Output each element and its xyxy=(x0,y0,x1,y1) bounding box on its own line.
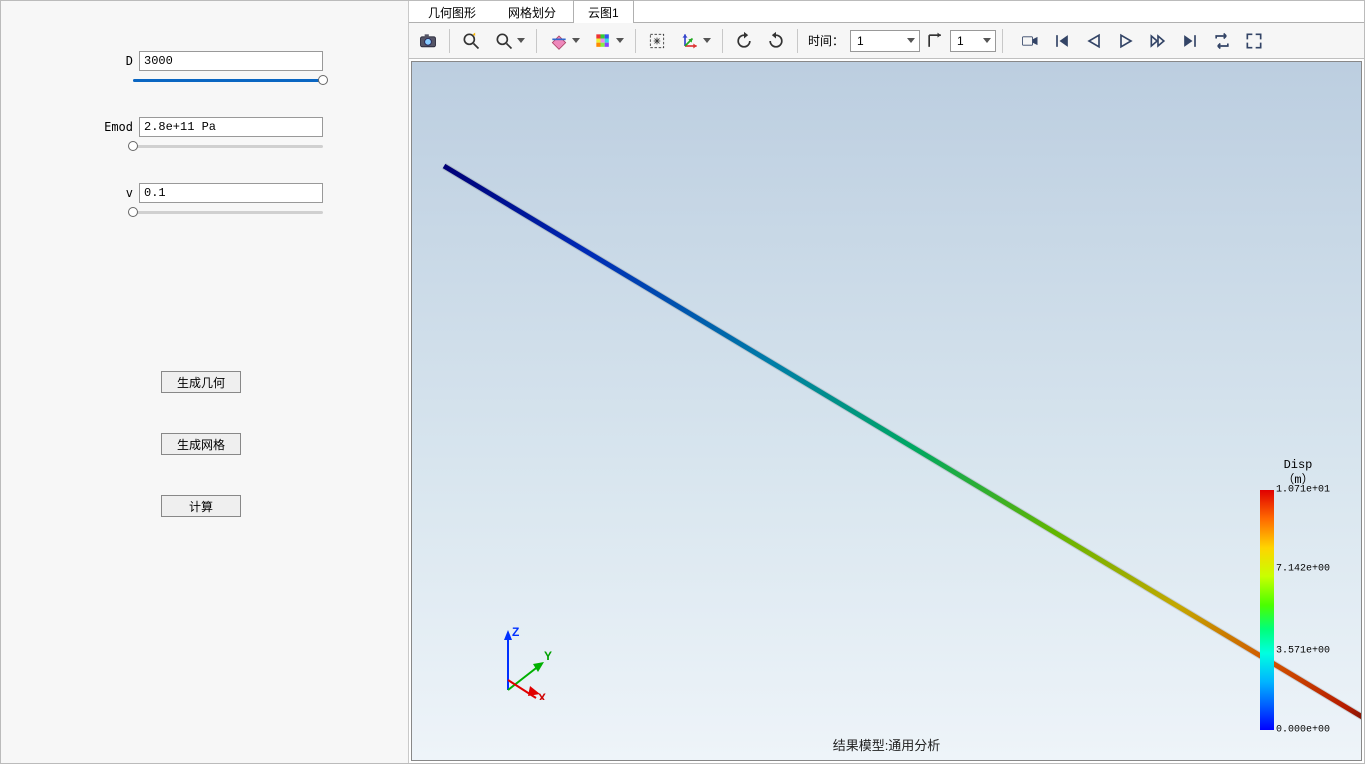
time-label: 时间： xyxy=(808,32,844,49)
skip-start-icon[interactable] xyxy=(1047,27,1077,55)
param-slider-Emod[interactable] xyxy=(133,139,323,155)
zoom-dropdown-icon[interactable] xyxy=(488,27,530,55)
svg-text:Z: Z xyxy=(512,625,519,639)
rotate-cw-icon[interactable] xyxy=(761,27,791,55)
color-legend: Disp （m） 1.071e+017.142e+003.571e+000.00… xyxy=(1253,458,1343,730)
svg-text:Y: Y xyxy=(544,649,552,663)
time-select-value: 1 xyxy=(857,34,864,48)
param-slider-D[interactable] xyxy=(133,73,323,89)
legend-tick: 7.142e+00 xyxy=(1276,564,1330,575)
axis-gizmo: Z Y X xyxy=(488,620,568,700)
right-area: 几何图形 网格划分 云图1 xyxy=(409,1,1364,763)
legend-tick: 1.071e+01 xyxy=(1276,485,1330,496)
param-row-Emod: Emod xyxy=(91,117,378,137)
tab-mesh[interactable]: 网格划分 xyxy=(493,0,571,23)
play-icon[interactable] xyxy=(1111,27,1141,55)
svg-text:X: X xyxy=(538,691,546,700)
generate-geometry-button[interactable]: 生成几何 xyxy=(161,371,241,393)
rotate-ccw-icon[interactable] xyxy=(729,27,759,55)
goto-end-icon[interactable] xyxy=(922,27,948,55)
frame-select[interactable]: 1 xyxy=(950,30,996,52)
legend-title: Disp （m） xyxy=(1282,458,1313,488)
legend-colorbar xyxy=(1260,490,1274,730)
generate-mesh-button[interactable]: 生成网格 xyxy=(161,433,241,455)
skip-end-icon[interactable] xyxy=(1175,27,1205,55)
param-input-D[interactable] xyxy=(139,51,323,71)
param-input-v[interactable] xyxy=(139,183,323,203)
orientation-dropdown-icon[interactable] xyxy=(674,27,716,55)
colormap-dropdown-icon[interactable] xyxy=(587,27,629,55)
fit-view-icon[interactable] xyxy=(642,27,672,55)
param-input-Emod[interactable] xyxy=(139,117,323,137)
param-label-Emod: Emod xyxy=(91,120,133,134)
record-icon[interactable] xyxy=(1015,27,1045,55)
viewport-toolbar: 时间： 1 1 xyxy=(409,23,1364,59)
param-row-v: v xyxy=(91,183,378,203)
tab-geometry[interactable]: 几何图形 xyxy=(413,0,491,23)
legend-ticks: 1.071e+017.142e+003.571e+000.000e+00 xyxy=(1274,490,1336,730)
action-buttons: 生成几何 生成网格 计算 xyxy=(161,371,378,517)
parameter-panel: D Emod v 生成几何 生成网格 计算 xyxy=(1,1,409,763)
tab-bar: 几何图形 网格划分 云图1 xyxy=(409,1,1364,23)
param-slider-v[interactable] xyxy=(133,205,323,221)
app-root: D Emod v 生成几何 生成网格 计算 xyxy=(0,0,1365,764)
zoom-auto-icon[interactable] xyxy=(456,27,486,55)
param-label-v: v xyxy=(91,186,133,200)
compute-button[interactable]: 计算 xyxy=(161,495,241,517)
param-label-D: D xyxy=(91,54,133,68)
legend-tick: 0.000e+00 xyxy=(1276,725,1330,736)
viewport-caption: 结果模型:通用分析 xyxy=(833,735,941,754)
fast-forward-icon[interactable] xyxy=(1143,27,1173,55)
legend-tick: 3.571e+00 xyxy=(1276,645,1330,656)
play-reverse-icon[interactable] xyxy=(1079,27,1109,55)
expand-icon[interactable] xyxy=(1239,27,1269,55)
time-select[interactable]: 1 xyxy=(850,30,920,52)
loop-icon[interactable] xyxy=(1207,27,1237,55)
snapshot-icon[interactable] xyxy=(413,27,443,55)
frame-select-value: 1 xyxy=(957,34,964,48)
clip-plane-dropdown-icon[interactable] xyxy=(543,27,585,55)
result-viewport[interactable]: Z Y X Disp （m） 1.071e+01 7.142e+00 3.571e+… xyxy=(411,61,1362,761)
tab-cloud1[interactable]: 云图1 xyxy=(573,0,634,23)
param-row-D: D xyxy=(91,51,378,71)
beam-geometry xyxy=(434,160,1362,736)
